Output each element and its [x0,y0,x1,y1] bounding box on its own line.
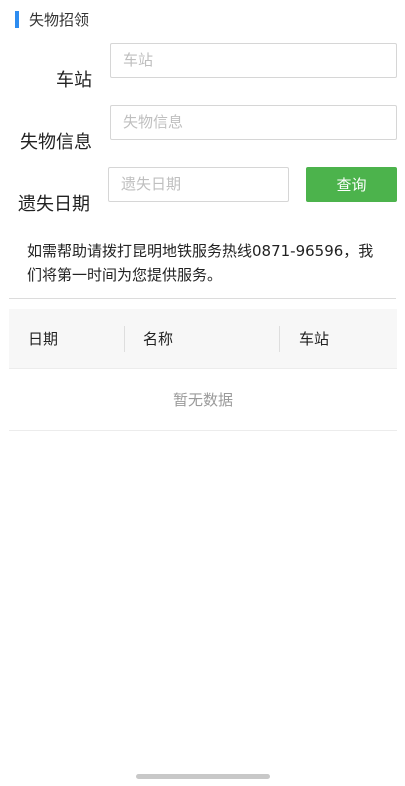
lost-date-label: 遗失日期 [18,194,90,215]
station-label: 车站 [56,70,92,91]
page-title: 失物招领 [29,10,90,29]
column-header-station: 车站 [299,330,330,348]
column-separator [279,326,280,352]
column-separator [124,326,125,352]
item-info-input[interactable] [110,104,397,140]
divider [9,298,396,299]
section-accent-bar [15,10,19,28]
lost-date-input[interactable] [108,166,289,202]
column-header-name: 名称 [143,330,174,348]
item-info-label: 失物信息 [20,132,92,153]
station-input[interactable] [110,42,397,78]
query-button[interactable]: 查询 [306,166,397,202]
table-header: 日期 名称 车站 [9,309,397,369]
section-header: 失物招领 [15,9,89,29]
home-indicator[interactable] [136,774,270,779]
help-hint-text: 如需帮助请拨打昆明地铁服务热线0871-96596，我们将第一时间为您提供服务。 [27,242,374,284]
table-empty-state: 暂无数据 [9,370,397,431]
lost-and-found-page: 失物招领 车站 失物信息 遗失日期 查询 如需帮助请拨打昆明地铁服务热线0871… [0,0,405,786]
column-header-date: 日期 [28,330,59,348]
